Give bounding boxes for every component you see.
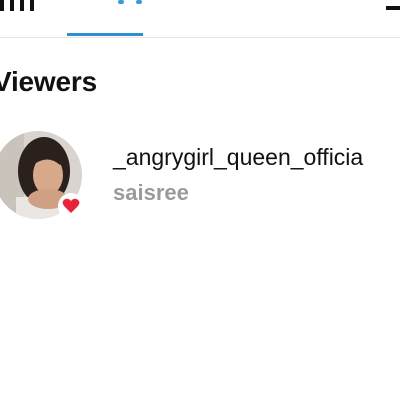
- viewer-list-item[interactable]: _angrygirl_queen_officia saisree: [0, 128, 400, 220]
- top-tab-bar: [0, 0, 400, 38]
- section-title: Viewers: [0, 66, 97, 97]
- viewer-full-name: saisree: [113, 180, 189, 205]
- eye-icon[interactable]: [112, 0, 152, 6]
- viewer-username[interactable]: _angrygirl_queen_officia: [113, 144, 363, 171]
- active-tab-indicator: [67, 33, 143, 36]
- heart-icon: [58, 193, 84, 219]
- bar-chart-icon[interactable]: [0, 0, 40, 12]
- minus-icon[interactable]: [386, 6, 400, 10]
